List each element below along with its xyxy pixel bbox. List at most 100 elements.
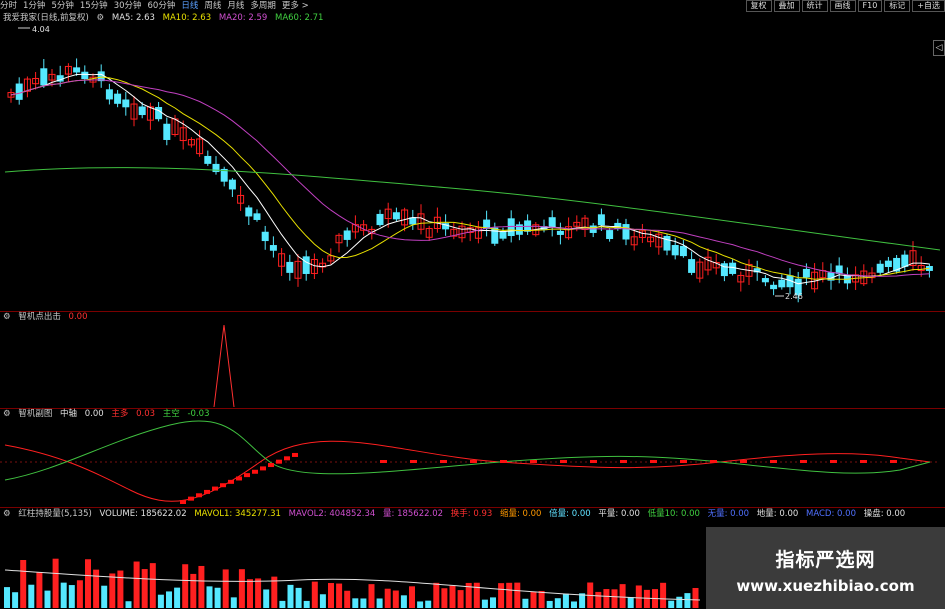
candle-body [15, 83, 23, 100]
volume-bar [562, 593, 569, 608]
volume-bar [85, 559, 91, 608]
timeframe-tab[interactable]: 5分钟 [51, 0, 73, 12]
low-price-label: 2.46 [785, 292, 803, 301]
bull-marker [440, 460, 447, 463]
candle-body [835, 265, 843, 274]
candle-body [220, 168, 228, 182]
timeframe-tab[interactable]: 15分钟 [80, 0, 108, 12]
toolbar-button[interactable]: F10 [857, 0, 883, 12]
timeframe-tab[interactable]: 更多 > [282, 0, 309, 12]
settings-icon[interactable]: ⚙ [3, 509, 11, 519]
timeframe-tab[interactable]: 1分钟 [23, 0, 45, 12]
candle-body [163, 123, 171, 140]
volume-bar [417, 601, 424, 608]
volume-bar [441, 588, 448, 608]
candle-body [499, 231, 507, 239]
collapse-sidebar-button[interactable]: ◁ [933, 40, 945, 56]
volume-label: VOLUME: 185622.02 [99, 509, 187, 519]
wuliang-label: 无量: 0.00 [707, 509, 750, 519]
settings-icon[interactable]: ⚙ [97, 13, 105, 23]
settings-icon[interactable]: ⚙ [3, 312, 11, 322]
timeframe-tab[interactable]: 日线 [181, 0, 198, 12]
toolbar-button[interactable]: 叠加 [773, 0, 800, 12]
candle-body [138, 106, 146, 116]
ma60-label: MA60: 2.71 [274, 13, 324, 23]
bull-marker [770, 460, 777, 463]
bull-marker [860, 460, 867, 463]
candle-body [802, 268, 810, 278]
main-bull-value: 0.03 [136, 409, 156, 419]
candle-body [671, 245, 679, 256]
timeframe-tab[interactable]: 30分钟 [114, 0, 142, 12]
ma60-line [4, 167, 941, 251]
volume-bar [68, 585, 75, 608]
volume-bar [554, 598, 561, 608]
ma10-label: MA10: 2.63 [162, 13, 212, 23]
volume-bar [263, 589, 270, 608]
volume-bar [603, 589, 610, 608]
volume-bar [52, 558, 59, 608]
toolbar-button[interactable]: 统计 [801, 0, 828, 12]
toolbar-button[interactable]: 复权 [745, 0, 772, 12]
timeframe-tab[interactable]: 分时 [0, 0, 17, 12]
volume-bar [635, 585, 642, 608]
toolbar-button[interactable]: 画线 [829, 0, 856, 12]
timeframe-tab[interactable]: 周线 [204, 0, 221, 12]
candle-body [261, 231, 269, 242]
ma5-label: MA5: 2.63 [111, 13, 155, 23]
volume-bar [230, 597, 237, 608]
candle-body [204, 155, 212, 164]
suoliang-label: 缩量: 0.00 [499, 509, 542, 519]
volume-bar [36, 572, 43, 608]
ma5-line [10, 73, 930, 285]
bull-marker [830, 460, 837, 463]
volume-bar [506, 582, 513, 608]
pingliang-label: 平量: 0.00 [598, 509, 640, 519]
volume-bar [481, 599, 488, 608]
candle-body [901, 254, 909, 267]
volume-bar [368, 584, 375, 608]
bull-marker [740, 460, 747, 463]
diliang-label: 低量10: 0.00 [647, 509, 700, 519]
volume-bar [60, 582, 67, 608]
bull-marker [220, 483, 226, 488]
bull-marker [284, 456, 290, 461]
volume-bar [611, 589, 618, 608]
volume-bar [643, 589, 650, 608]
volume-bar [490, 597, 496, 608]
bull-marker [620, 460, 627, 463]
volume-bar [295, 587, 302, 608]
volume-bar [125, 601, 132, 608]
volume-bar [676, 596, 683, 608]
volume-bar [206, 586, 213, 608]
candle-body [122, 99, 130, 108]
toolbar-button[interactable]: +自选 [912, 0, 945, 12]
toolbar-button[interactable]: 标记 [884, 0, 911, 12]
volume-bar [433, 582, 440, 608]
candle-body [392, 212, 400, 220]
volume-bar [457, 590, 464, 608]
candle-body [81, 71, 89, 80]
candle-body [548, 217, 556, 228]
timeframe-tab[interactable]: 多周期 [250, 0, 276, 12]
volume-bar [222, 569, 229, 608]
volume-bar [12, 592, 19, 608]
oscillator-panel-layer [0, 420, 940, 504]
volume-bar [279, 600, 286, 608]
volume-panel-title: 红柱持股量(5,135) [18, 509, 92, 519]
volume-bar [344, 590, 351, 608]
candle-body [770, 284, 778, 290]
mavol1-label: MAVOL1: 345277.31 [194, 509, 281, 519]
timeframe-tab[interactable]: 60分钟 [148, 0, 176, 12]
bull-marker [380, 460, 387, 463]
macd-label: MACD: 0.00 [806, 509, 856, 519]
settings-icon[interactable]: ⚙ [3, 409, 11, 419]
bull-marker [470, 460, 477, 463]
diliang2-label: 地量: 0.00 [756, 509, 799, 519]
timeframe-tab[interactable]: 月线 [227, 0, 244, 12]
volume-bar [692, 587, 699, 608]
candle-body [155, 106, 163, 120]
bull-marker [890, 460, 897, 463]
panel-divider [0, 311, 945, 312]
bull-marker [276, 459, 282, 464]
